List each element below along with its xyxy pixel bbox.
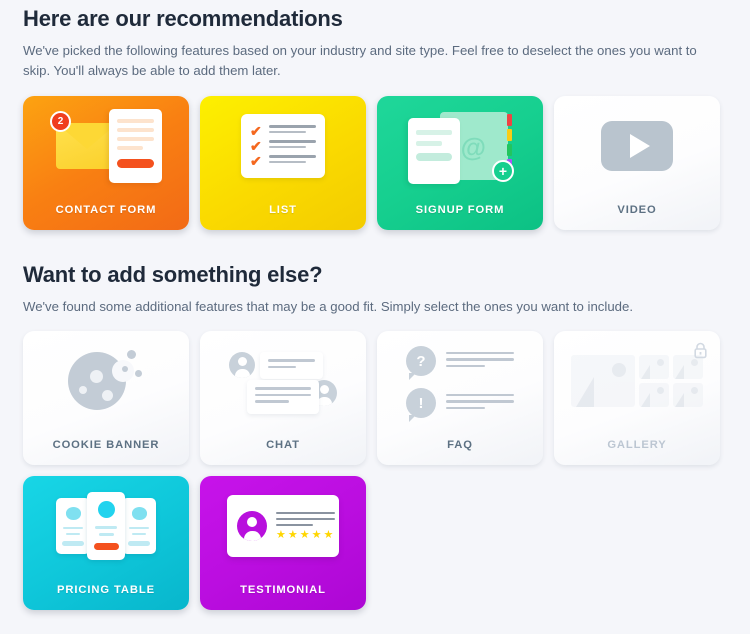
feature-card-label: CHAT [266,439,300,452]
faq-bubbles-icon: ? ! [377,331,543,431]
page-title: Here are our recommendations [23,6,343,31]
feature-card-label: LIST [269,203,297,216]
feature-card-label: COOKIE BANNER [52,439,160,452]
testimonial-icon: ★★★★★ [200,476,366,576]
recommended-feature-grid: 2 CONTACT FORM ✔ ✔ ✔ LIST @ + SIGNUP FOR… [23,95,727,230]
feature-card-list[interactable]: ✔ ✔ ✔ LIST [200,95,366,230]
feature-card-label: FAQ [447,439,473,452]
star-rating: ★★★★★ [276,528,336,541]
feature-card-label: SIGNUP FORM [415,203,505,216]
checklist-icon: ✔ ✔ ✔ [200,96,366,196]
avatar [237,511,267,542]
recommendations-subtitle: We've picked the following features base… [23,43,697,79]
video-play-icon [554,96,720,196]
feature-card-signup-form[interactable]: @ + SIGNUP FORM [377,95,543,230]
feature-card-cookie-banner[interactable]: COOKIE BANNER [23,331,189,466]
additional-title: Want to add something else? [23,261,323,287]
additional-feature-grid: COOKIE BANNER CHAT ? ! FAQ GALLERY PRICI… [23,331,727,611]
feature-card-chat[interactable]: CHAT [200,331,366,466]
exclaim-glyph: ! [406,388,436,423]
feature-card-label: TESTIMONIAL [240,584,326,597]
feature-card-pricing-table[interactable]: PRICING TABLE [23,476,189,611]
pricing-table-icon [23,476,189,576]
question-glyph: ? [406,346,436,381]
unread-badge: 2 [50,110,71,132]
feature-card-label: VIDEO [617,203,657,216]
feature-card-testimonial[interactable]: ★★★★★ TESTIMONIAL [200,476,366,611]
feature-card-label: CONTACT FORM [55,203,157,216]
recommendations-page: Here are our recommendations We've picke… [0,0,750,611]
signup-form-icon: @ + [377,96,543,196]
feature-card-label: GALLERY [607,439,667,452]
feature-card-gallery[interactable]: GALLERY [554,331,720,466]
feature-card-video[interactable]: VIDEO [554,95,720,230]
cookie-icon [23,331,189,431]
chat-bubbles-icon [200,331,366,431]
contact-form-icon: 2 [23,96,189,196]
lock-icon [693,342,708,364]
add-badge: + [492,159,514,182]
additional-subtitle: We've found some additional features tha… [23,298,633,314]
feature-card-label: PRICING TABLE [57,584,155,597]
feature-card-faq[interactable]: ? ! FAQ [377,331,543,466]
feature-card-contact-form[interactable]: 2 CONTACT FORM [23,95,189,230]
